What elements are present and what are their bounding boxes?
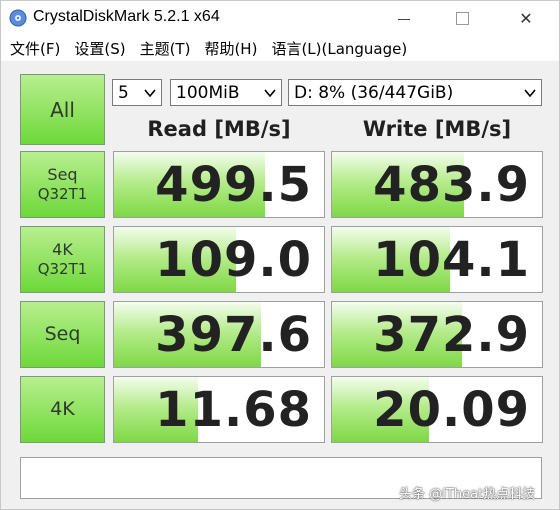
all-button[interactable]: All (20, 74, 105, 145)
drive-value: D: 8% (36/447GiB) (294, 82, 454, 103)
menu-theme[interactable]: 主题(T) (140, 38, 191, 59)
seq-q32t1-read-result: 499.5 (113, 151, 325, 218)
result-value: 11.68 (155, 381, 312, 438)
close-icon: ✕ (519, 8, 533, 28)
menu-language[interactable]: 语言(L)(Language) (271, 38, 407, 59)
read-header: Read [MB/s] (147, 117, 291, 141)
app-icon (9, 9, 27, 27)
result-value: 20.09 (373, 381, 530, 438)
4k-read-result: 11.68 (113, 376, 325, 443)
result-value: 483.9 (373, 156, 530, 213)
result-value: 397.6 (155, 306, 312, 363)
4k-write-result: 20.09 (331, 376, 543, 443)
menu-file[interactable]: 文件(F) (10, 38, 60, 59)
write-header: Write [MB/s] (362, 117, 512, 141)
row-label-line1: 4K (50, 397, 75, 420)
result-value: 104.1 (373, 231, 530, 288)
maximize-icon (455, 11, 469, 25)
4k-q32t1-button[interactable]: 4K Q32T1 (20, 226, 105, 293)
menu-help[interactable]: 帮助(H) (204, 38, 257, 59)
minimize-button[interactable] (381, 1, 427, 35)
menu-bar: 文件(F) 设置(S) 主题(T) 帮助(H) 语言(L)(Language) (1, 35, 559, 61)
4k-q32t1-read-result: 109.0 (113, 226, 325, 293)
watermark-text: 头条 @ITheat热点科技 (399, 487, 536, 502)
4k-button[interactable]: 4K (20, 376, 105, 443)
test-count-value: 5 (118, 82, 129, 103)
test-size-select[interactable]: 100MiB (170, 79, 282, 106)
chevron-down-icon (144, 88, 156, 97)
menu-settings[interactable]: 设置(S) (74, 38, 125, 59)
test-count-select[interactable]: 5 (112, 79, 162, 106)
minimize-icon (398, 18, 410, 20)
seq-q32t1-write-result: 483.9 (331, 151, 543, 218)
maximize-button[interactable] (439, 1, 485, 35)
test-size-value: 100MiB (176, 82, 240, 103)
result-value: 499.5 (155, 156, 312, 213)
title-bar[interactable]: CrystalDiskMark 5.2.1 x64 ✕ (1, 1, 559, 35)
result-value: 109.0 (155, 231, 312, 288)
row-label-line2: Q32T1 (37, 260, 88, 279)
chevron-down-icon (264, 88, 276, 97)
row-label-line2: Q32T1 (37, 185, 88, 204)
seq-button[interactable]: Seq (20, 301, 105, 368)
close-button[interactable]: ✕ (503, 1, 549, 35)
row-label-line1: 4K (52, 240, 73, 260)
4k-q32t1-write-result: 104.1 (331, 226, 543, 293)
seq-write-result: 372.9 (331, 301, 543, 368)
result-value: 372.9 (373, 306, 530, 363)
seq-q32t1-button[interactable]: Seq Q32T1 (20, 151, 105, 218)
window-title: CrystalDiskMark 5.2.1 x64 (33, 8, 220, 25)
row-label-line1: Seq (47, 165, 78, 185)
chevron-down-icon (524, 88, 536, 97)
seq-read-result: 397.6 (113, 301, 325, 368)
drive-select[interactable]: D: 8% (36/447GiB) (288, 79, 542, 106)
row-label-line1: Seq (44, 322, 81, 345)
app-window: CrystalDiskMark 5.2.1 x64 ✕ 文件(F) 设置(S) … (0, 0, 560, 510)
